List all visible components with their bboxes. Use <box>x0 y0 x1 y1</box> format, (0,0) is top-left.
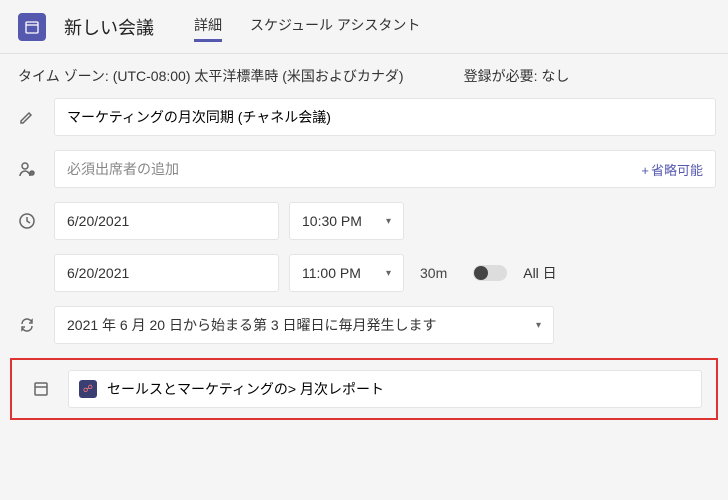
registration-label: 登録が必要: <box>464 68 538 84</box>
registration-setting[interactable]: 登録が必要: なし <box>464 66 570 86</box>
header: 新しい会議 詳細 スケジュール アシスタント <box>0 0 728 54</box>
recurrence-text: 2021 年 6 月 20 日から始まる第 3 日曜日に毎月発生します <box>67 315 437 335</box>
calendar-app-icon <box>18 13 46 41</box>
page-title: 新しい会議 <box>64 14 154 40</box>
meeting-title-text[interactable] <box>67 109 703 125</box>
attendees-row: 必須出席者の追加 +省略可能 <box>12 150 716 188</box>
start-time-input[interactable]: 10:30 PM▾ <box>289 202 404 240</box>
meeting-title-input[interactable] <box>54 98 716 136</box>
datetime-end-row: 6/20/2021 11:00 PM▾ 30m All 日 <box>12 254 716 292</box>
recurrence-icon <box>12 316 54 334</box>
all-day-label: All 日 <box>523 263 556 283</box>
tabs: 詳細 スケジュール アシスタント <box>194 11 420 42</box>
all-day-toggle[interactable] <box>473 265 507 281</box>
people-add-icon <box>12 160 54 178</box>
start-date-input[interactable]: 6/20/2021 <box>54 202 279 240</box>
tab-scheduling-assistant[interactable]: スケジュール アシスタント <box>250 11 420 42</box>
tab-details[interactable]: 詳細 <box>194 11 222 42</box>
registration-value: なし <box>541 68 569 84</box>
datetime-start-row: 6/20/2021 10:30 PM▾ <box>12 202 716 240</box>
clock-icon <box>12 212 54 230</box>
optional-attendees-link[interactable]: +省略可能 <box>641 160 703 179</box>
recurrence-select[interactable]: 2021 年 6 月 20 日から始まる第 3 日曜日に毎月発生します ▾ <box>54 306 554 344</box>
recurrence-row: 2021 年 6 月 20 日から始まる第 3 日曜日に毎月発生します ▾ <box>12 306 716 344</box>
chevron-down-icon: ▾ <box>536 320 541 331</box>
end-date-input[interactable]: 6/20/2021 <box>54 254 279 292</box>
channel-icon <box>26 380 68 398</box>
required-attendees-input[interactable]: 必須出席者の追加 +省略可能 <box>54 150 716 188</box>
chevron-down-icon: ▾ <box>386 268 391 279</box>
title-row <box>12 98 716 136</box>
channel-text: セールスとマーケティングの> 月次レポート <box>107 379 384 399</box>
channel-input[interactable]: ☍ セールスとマーケティングの> 月次レポート <box>68 370 702 408</box>
edit-icon <box>12 108 54 126</box>
duration-label: 30m <box>420 265 447 281</box>
subbar: タイム ゾーン: (UTC-08:00) 太平洋標準時 (米国およびカナダ) 登… <box>0 54 728 98</box>
timezone-label: タイム ゾーン: <box>18 68 109 84</box>
chevron-down-icon: ▾ <box>386 216 391 227</box>
timezone-setting[interactable]: タイム ゾーン: (UTC-08:00) 太平洋標準時 (米国およびカナダ) <box>18 66 404 86</box>
attendees-placeholder: 必須出席者の追加 <box>67 159 179 179</box>
end-time-input[interactable]: 11:00 PM▾ <box>289 254 404 292</box>
meeting-form: 必須出席者の追加 +省略可能 6/20/2021 10:30 PM▾ 6/20/… <box>0 98 728 420</box>
team-avatar-icon: ☍ <box>79 380 97 398</box>
channel-row: ☍ セールスとマーケティングの> 月次レポート <box>10 358 718 420</box>
timezone-value: (UTC-08:00) 太平洋標準時 (米国およびカナダ) <box>113 68 404 84</box>
